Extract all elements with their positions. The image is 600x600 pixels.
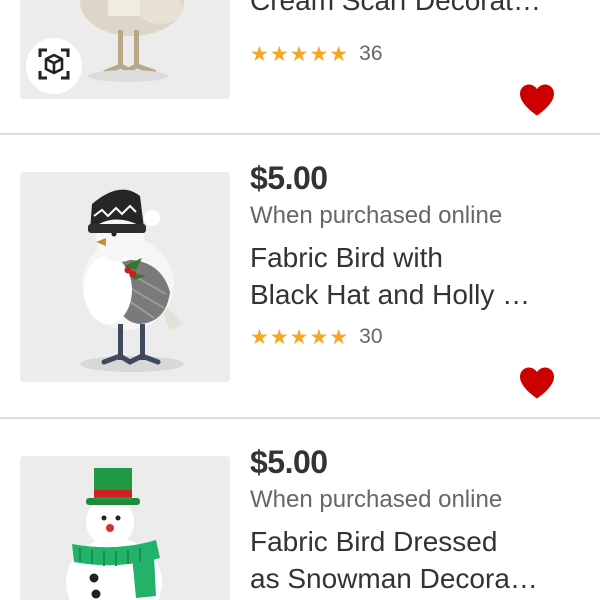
product-title-line: Black Hat and Holly … xyxy=(250,279,531,310)
product-price: $5.00 xyxy=(250,444,328,480)
product-image[interactable] xyxy=(20,172,230,382)
price-qualifier: When purchased online xyxy=(250,486,503,513)
augmented-reality-cube-icon xyxy=(37,47,71,86)
product-card[interactable]: $5.00 When purchased online Fabric Bird … xyxy=(0,419,600,600)
view-in-3d-button[interactable] xyxy=(26,38,82,94)
product-title-line: Fabric Bird with xyxy=(250,242,443,273)
product-title-line: as Snowman Decora… xyxy=(250,563,538,594)
product-title[interactable]: Fabric Bird Dressed as Snowman Decora… xyxy=(250,523,580,597)
product-price: $5.00 xyxy=(250,160,328,196)
review-count: 36 xyxy=(359,42,383,65)
price-qualifier: When purchased online xyxy=(250,202,503,229)
product-card[interactable]: Cream Scarf Decorat… ★★★★★ 36 xyxy=(0,0,600,134)
product-title-line: Cream Scarf Decorat… xyxy=(250,0,541,16)
product-title[interactable]: Fabric Bird with Black Hat and Holly … xyxy=(250,239,580,313)
product-list: Cream Scarf Decorat… ★★★★★ 36 $5.00 When… xyxy=(0,0,600,600)
product-title[interactable]: Cream Scarf Decorat… xyxy=(250,0,580,19)
star-rating-icons: ★★★★★ xyxy=(250,325,350,349)
rating: ★★★★★ 36 xyxy=(250,42,383,66)
star-rating-icons: ★★★★★ xyxy=(250,42,350,66)
product-title-line: Fabric Bird Dressed xyxy=(250,526,498,557)
heart-icon[interactable] xyxy=(518,83,556,117)
rating: ★★★★★ 30 xyxy=(250,325,383,349)
heart-icon[interactable] xyxy=(518,366,556,400)
product-card[interactable]: $5.00 When purchased online Fabric Bird … xyxy=(0,135,600,417)
product-image[interactable] xyxy=(20,456,230,600)
review-count: 30 xyxy=(359,325,383,348)
